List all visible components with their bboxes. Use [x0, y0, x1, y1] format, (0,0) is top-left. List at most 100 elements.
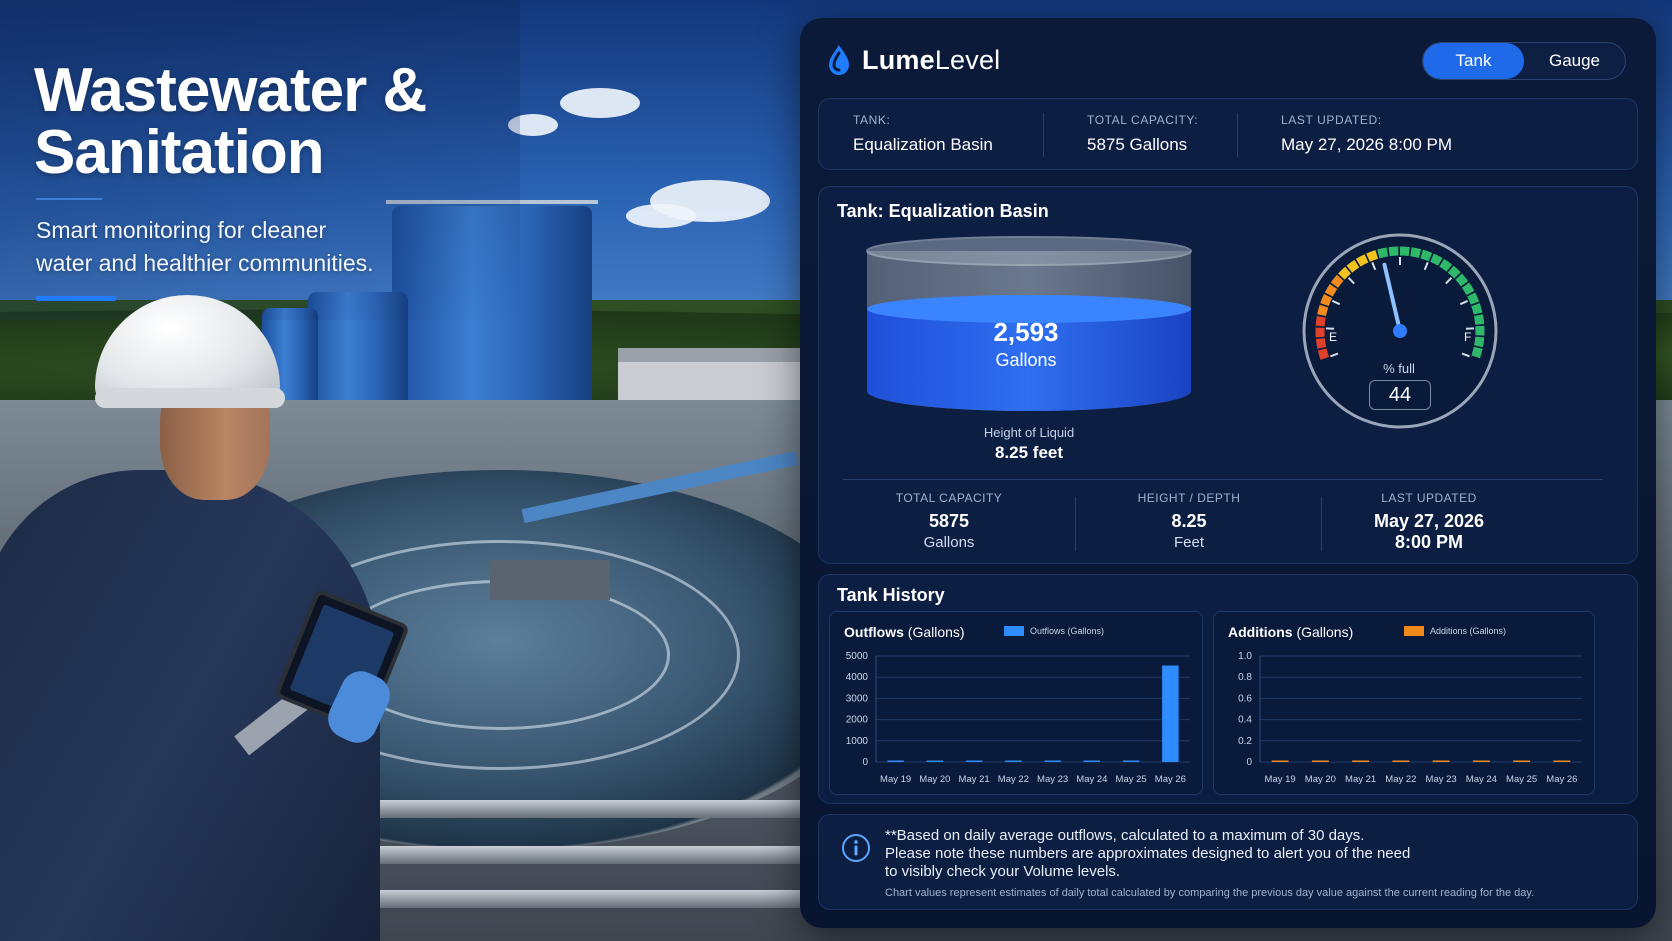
gauge-scale-segment: [1388, 246, 1399, 257]
additions-bar-chart: 0 0.2 0.4 0.6 0.8 1.0 May 19 May 20 May 21 May 22…: [1238, 651, 1582, 785]
additions-chart-title: Additions (Gallons): [1228, 624, 1353, 640]
gauge-scale-segment: [1399, 246, 1410, 257]
bar: [1162, 665, 1179, 762]
hero-accent-bar: [36, 296, 116, 301]
outflows-chart: Outflows (Gallons) Outflows (Gallons) 0 1…: [829, 611, 1203, 795]
stat-label: LAST UPDATED: [1381, 491, 1477, 505]
bar: [965, 760, 983, 762]
info-icon: [842, 834, 870, 862]
x-tick-label: May 25: [1506, 774, 1537, 785]
gauge-view-button[interactable]: Gauge: [1524, 43, 1625, 79]
info-value: Equalization Basin: [853, 135, 993, 154]
bar: [1513, 760, 1531, 762]
stat-unit: Gallons: [923, 534, 975, 551]
y-tick-label: 3000: [846, 693, 869, 704]
tank-info-strip: TANK: Equalization Basin TOTAL CAPACITY:…: [818, 98, 1638, 170]
stat-value: 8.25: [1171, 511, 1207, 531]
stat-value-time: 8:00 PM: [1394, 532, 1464, 552]
tank-volume-number: 2,593: [993, 317, 1059, 347]
stat-label: TOTAL CAPACITY: [895, 491, 1003, 505]
y-tick-label: 4000: [846, 672, 869, 683]
brand-name: LumeLevel: [862, 45, 1000, 76]
tank-rim: [866, 236, 1192, 266]
bar: [1271, 760, 1289, 762]
x-tick-label: May 23: [1426, 774, 1457, 785]
x-tick-label: May 20: [1305, 774, 1336, 785]
y-tick-label: 0.6: [1238, 693, 1252, 704]
brand-name-rest: Level: [934, 44, 1001, 75]
chart-title-rest: (Gallons): [907, 624, 965, 640]
gauge-scale-segment: [1455, 273, 1469, 287]
liquid-height-value: 8.25 feet: [994, 443, 1064, 462]
tank-card-title: Tank: Equalization Basin: [837, 201, 1049, 221]
gauge-hub: [1393, 324, 1407, 338]
divider: [1321, 497, 1322, 551]
info-label: LAST UPDATED:: [1281, 113, 1382, 127]
bar: [1553, 760, 1571, 762]
bar: [1044, 760, 1061, 762]
chart-title-rest: (Gallons): [1296, 624, 1354, 640]
x-tick-label: May 19: [880, 774, 911, 785]
gauge-scale-segment: [1355, 254, 1369, 267]
bar: [1472, 760, 1490, 762]
chart-title-bold: Outflows: [844, 624, 904, 640]
tank-volume-unit: Gallons: [995, 350, 1057, 370]
gauge-scale-segment: [1317, 348, 1330, 360]
gauge-scale-segment: [1320, 294, 1333, 307]
tank-view-button[interactable]: Tank: [1423, 43, 1524, 79]
cloud: [560, 88, 640, 118]
divider: [1075, 497, 1076, 551]
bar: [1083, 760, 1101, 762]
divider: [1043, 113, 1044, 157]
walkway: [490, 560, 610, 600]
bar: [1392, 760, 1410, 762]
gauge-scale-segment: [1471, 303, 1483, 315]
x-tick-label: May 20: [919, 774, 950, 785]
y-tick-label: 0.4: [1238, 715, 1252, 726]
gauge-scale-segment: [1315, 315, 1326, 327]
gauge-scale-segment: [1461, 282, 1475, 296]
brand-name-bold: Lume: [862, 44, 935, 75]
info-label: TANK:: [853, 113, 891, 127]
gauge-scale-segment: [1471, 346, 1483, 359]
stat-height-depth: HEIGHT / DEPTH 8.25 Feet: [1119, 491, 1259, 551]
x-tick-label: May 21: [959, 774, 990, 785]
hero-subtitle: Smart monitoring for cleaner water and h…: [36, 214, 396, 280]
stat-value: May 27, 2026: [1373, 511, 1485, 531]
bar: [1432, 760, 1450, 762]
gauge-percent-value: 44: [1369, 380, 1431, 410]
gauge-scale-segment: [1366, 250, 1379, 262]
note-line: **Based on daily average outflows, calcu…: [885, 827, 1365, 844]
y-tick-label: 5000: [846, 651, 869, 662]
additions-legend: Additions (Gallons): [1404, 626, 1506, 636]
hero-subtitle-line: water and healthier communities.: [36, 250, 374, 276]
x-tick-label: May 21: [1345, 774, 1376, 785]
bar: [926, 760, 944, 762]
note-line: Please note these numbers are approximat…: [885, 845, 1411, 862]
gauge-scale-segment: [1317, 304, 1329, 317]
outflows-chart-title: Outflows (Gallons): [844, 624, 965, 640]
hero-subtitle-line: Smart monitoring for cleaner: [36, 217, 327, 243]
outflows-legend: Outflows (Gallons): [1004, 626, 1104, 636]
hero-divider: [36, 198, 102, 200]
gauge-empty-label: E: [1329, 330, 1337, 344]
stat-value: 5875: [928, 511, 970, 531]
info-note: **Based on daily average outflows, calcu…: [818, 814, 1638, 910]
legend-label: Additions (Gallons): [1430, 626, 1507, 636]
hard-hat-brim: [95, 388, 285, 408]
y-tick-label: 0: [1246, 757, 1252, 768]
tank-history-card: Tank History Outflows (Gallons) Outflows…: [818, 574, 1638, 804]
legend-swatch: [1404, 626, 1424, 636]
outflows-bar-chart: 0 1000 2000 3000 4000 5000 May 19 May 20 May 21 M…: [846, 651, 1190, 785]
x-tick-label: May 24: [1466, 774, 1497, 785]
gauge-scale-segment: [1439, 258, 1453, 272]
y-tick-label: 1000: [846, 736, 869, 747]
gauge-scale-segment: [1430, 253, 1443, 266]
water-drop-icon: [829, 45, 849, 75]
view-toggle: Tank Gauge: [1422, 42, 1626, 80]
gauge-scale-segment: [1377, 247, 1389, 259]
y-tick-label: 0: [862, 757, 868, 768]
x-tick-label: May 19: [1265, 774, 1296, 785]
brand: LumeLevel: [826, 40, 1000, 80]
legend-swatch: [1004, 626, 1024, 636]
